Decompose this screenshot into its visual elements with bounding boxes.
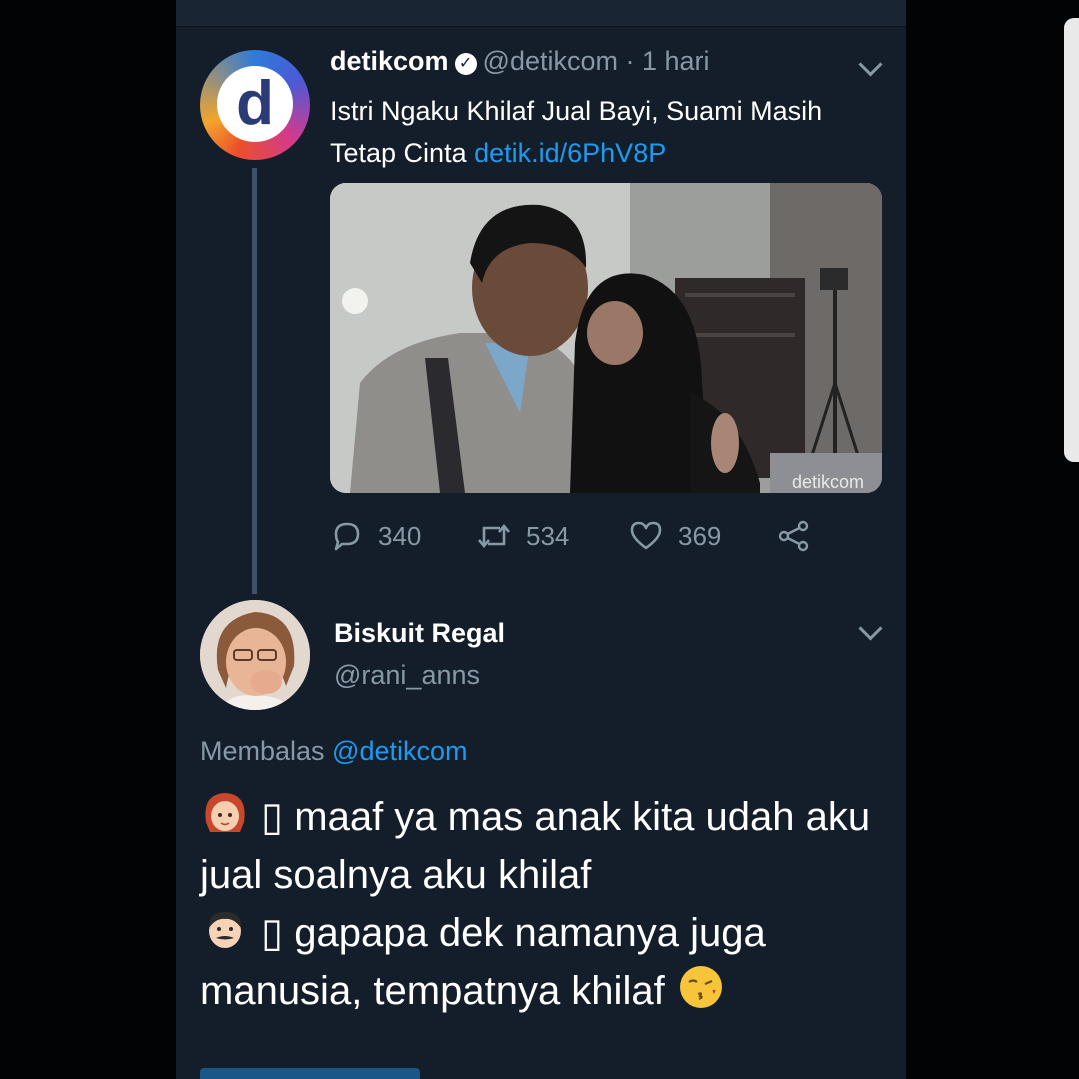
previous-tweet-edge: [176, 0, 906, 27]
share-icon: [778, 520, 809, 552]
chevron-down-icon[interactable]: [858, 52, 883, 77]
screenshot-frame: d detikcom ✓ @detikcom · 1 hari Istri Ngak…: [0, 0, 1079, 1079]
thread-connector-line: [252, 168, 257, 594]
man-emoji-icon: [208, 912, 242, 948]
tweet-photo[interactable]: detikcom: [330, 183, 882, 493]
biskuit-regal-avatar[interactable]: [200, 600, 310, 710]
photo-couple-kiss: detikcom: [330, 183, 882, 493]
photo-watermark: detikcom: [792, 472, 864, 492]
header-separator: ·: [618, 46, 642, 76]
reply-line-husband: ▯ gapapa dek namanya juga manusia, tempa…: [200, 904, 890, 1020]
reply-line-wife: ▯ maaf ya mas anak kita udah aku jual so…: [200, 788, 890, 904]
reply-line-wife-text: ▯ maaf ya mas anak kita udah aku jual so…: [200, 795, 871, 897]
like-button[interactable]: 369: [628, 514, 721, 558]
reply-author-name[interactable]: Biskuit Regal: [334, 618, 505, 649]
tweet-thread-screen: d detikcom ✓ @detikcom · 1 hari Istri Ngak…: [176, 0, 906, 1079]
share-button[interactable]: [776, 514, 826, 558]
retweet-icon: [478, 523, 510, 549]
replying-to-line: Membalas @detikcom: [200, 736, 468, 767]
reply-count: 340: [378, 520, 422, 551]
reply-button[interactable]: 340: [330, 514, 421, 558]
reply-text: ▯ maaf ya mas anak kita udah aku jual so…: [200, 788, 890, 1020]
detik-logo-letter: d: [217, 66, 293, 142]
verified-badge-icon: ✓: [454, 53, 477, 75]
chevron-down-icon[interactable]: [858, 616, 883, 641]
replying-label: Membalas: [200, 736, 333, 766]
tweet-author-name[interactable]: detikcom: [330, 46, 449, 76]
heart-icon: [630, 521, 662, 550]
tweet-timestamp[interactable]: 1 hari: [642, 46, 710, 76]
woman-emoji-icon: [205, 793, 245, 832]
reply-bubble-icon: [334, 522, 360, 551]
tweet-header: detikcom ✓ @detikcom · 1 hari: [330, 46, 710, 77]
tweet-text: Istri Ngaku Khilaf Jual Bayi, Suami Masi…: [330, 90, 890, 174]
reply-author-handle[interactable]: @rani_anns: [334, 660, 480, 691]
next-item-peek: [200, 1068, 420, 1079]
retweet-count: 534: [526, 520, 570, 551]
tweet-author-handle[interactable]: @detikcom: [483, 46, 618, 76]
tweet-action-bar: 340 534 369: [330, 514, 890, 558]
side-scroll-handle[interactable]: [1064, 18, 1079, 462]
detikcom-avatar[interactable]: d: [200, 50, 310, 160]
replying-to-handle[interactable]: @detikcom: [332, 736, 467, 766]
tweet-link[interactable]: detik.id/6PhV8P: [474, 138, 666, 168]
retweet-button[interactable]: 534: [476, 514, 569, 558]
user-photo-avatar: [200, 600, 310, 710]
like-count: 369: [678, 520, 722, 551]
kissing-face-emoji-icon: [679, 966, 722, 1008]
